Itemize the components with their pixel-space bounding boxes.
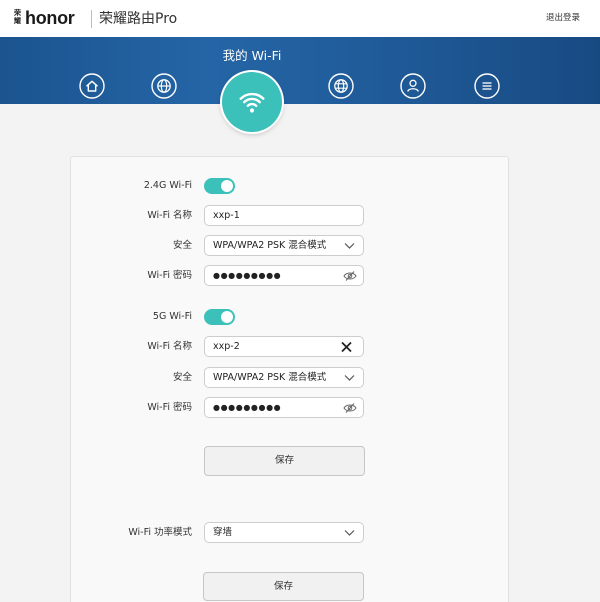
clear-icon[interactable] bbox=[341, 341, 352, 352]
wifi-2g-label: 2.4G Wi-Fi bbox=[143, 180, 192, 191]
wifi-5g-security-label: 安全 bbox=[172, 372, 192, 383]
wifi-5g-name-input[interactable]: xxp-2 bbox=[204, 336, 364, 357]
wifi-2g-security-row: 安全 WPA/WPA2 PSK 混合模式 bbox=[71, 235, 508, 257]
logo-chinese-mark: 荣耀 bbox=[14, 9, 21, 25]
product-title: 荣耀路由Pro bbox=[99, 11, 178, 27]
power-mode-row: Wi-Fi 功率模式 穿墙 bbox=[71, 522, 508, 544]
wifi-2g-security-label: 安全 bbox=[172, 240, 192, 251]
wifi-5g-password-label: Wi-Fi 密码 bbox=[147, 402, 192, 413]
wifi-5g-password-row: Wi-Fi 密码 ●●●●●●●●● bbox=[71, 397, 508, 419]
power-mode-label: Wi-Fi 功率模式 bbox=[128, 527, 192, 538]
chevron-down-icon bbox=[344, 242, 355, 249]
eye-hidden-icon[interactable] bbox=[343, 402, 357, 413]
power-mode-select[interactable]: 穿墙 bbox=[204, 522, 364, 543]
wifi-2g-name-row: Wi-Fi 名称 xxp-1 bbox=[71, 205, 508, 227]
user-icon[interactable] bbox=[400, 73, 426, 99]
chevron-down-icon bbox=[344, 374, 355, 381]
top-bar: 荣耀 honor 荣耀路由Pro 退出登录 bbox=[0, 0, 600, 37]
wifi-save-button[interactable]: 保存 bbox=[204, 446, 365, 476]
header-divider bbox=[91, 10, 92, 28]
wifi-5g-security-value: WPA/WPA2 PSK 混合模式 bbox=[213, 372, 327, 383]
wifi-2g-name-value: xxp-1 bbox=[213, 210, 240, 221]
wifi-5g-password-input[interactable]: ●●●●●●●●● bbox=[204, 397, 364, 418]
wifi-5g-password-mask: ●●●●●●●●● bbox=[213, 403, 282, 412]
wifi-2g-toggle-row: 2.4G Wi-Fi bbox=[71, 175, 508, 197]
wifi-2g-toggle[interactable] bbox=[204, 178, 235, 194]
wifi-2g-security-select[interactable]: WPA/WPA2 PSK 混合模式 bbox=[204, 235, 364, 256]
globe-grid-icon[interactable] bbox=[328, 73, 354, 99]
chevron-down-icon bbox=[344, 529, 355, 536]
home-icon[interactable] bbox=[79, 73, 105, 99]
nav-banner: 我的 Wi-Fi bbox=[0, 37, 600, 104]
wifi-5g-label: 5G Wi-Fi bbox=[152, 311, 192, 322]
wifi-settings-card: 2.4G Wi-Fi Wi-Fi 名称 xxp-1 安全 WPA/WPA2 PS… bbox=[70, 156, 509, 602]
menu-icon[interactable] bbox=[474, 73, 500, 99]
globe-icon[interactable] bbox=[151, 73, 177, 99]
wifi-2g-password-input[interactable]: ●●●●●●●●● bbox=[204, 265, 364, 286]
wifi-5g-toggle[interactable] bbox=[204, 309, 235, 325]
toggle-knob bbox=[221, 311, 233, 323]
wifi-5g-toggle-row: 5G Wi-Fi bbox=[71, 306, 508, 328]
wifi-5g-name-label: Wi-Fi 名称 bbox=[147, 341, 192, 352]
wifi-2g-name-input[interactable]: xxp-1 bbox=[204, 205, 364, 226]
power-mode-value: 穿墙 bbox=[213, 527, 233, 538]
wifi-5g-security-select[interactable]: WPA/WPA2 PSK 混合模式 bbox=[204, 367, 364, 388]
toggle-knob bbox=[221, 180, 233, 192]
eye-hidden-icon[interactable] bbox=[343, 270, 357, 281]
wifi-2g-password-mask: ●●●●●●●●● bbox=[213, 271, 282, 280]
page-title: 我的 Wi-Fi bbox=[222, 48, 282, 63]
wifi-2g-name-label: Wi-Fi 名称 bbox=[147, 210, 192, 221]
wifi-5g-name-value: xxp-2 bbox=[213, 341, 240, 352]
logout-link[interactable]: 退出登录 bbox=[546, 12, 580, 24]
wifi-2g-security-value: WPA/WPA2 PSK 混合模式 bbox=[213, 240, 327, 251]
wifi-2g-password-row: Wi-Fi 密码 ●●●●●●●●● bbox=[71, 265, 508, 287]
power-save-button[interactable]: 保存 bbox=[203, 572, 364, 601]
wifi-2g-password-label: Wi-Fi 密码 bbox=[147, 270, 192, 281]
wifi-5g-security-row: 安全 WPA/WPA2 PSK 混合模式 bbox=[71, 367, 508, 389]
honor-logo: honor bbox=[25, 8, 75, 28]
wifi-icon[interactable] bbox=[222, 72, 282, 132]
wifi-5g-name-row: Wi-Fi 名称 xxp-2 bbox=[71, 336, 508, 358]
